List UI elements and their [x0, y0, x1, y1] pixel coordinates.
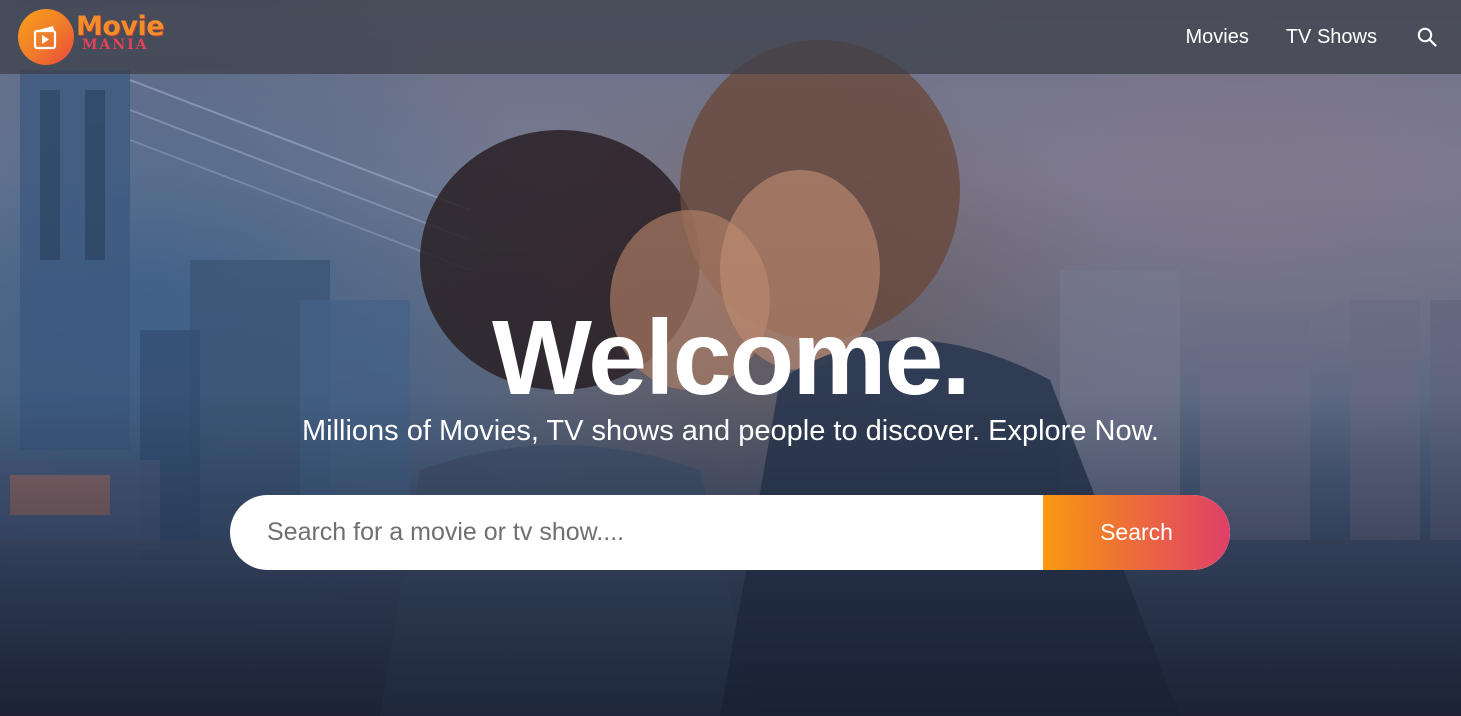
hero-search-form: Search: [230, 495, 1230, 570]
hero-title: Welcome.: [492, 299, 971, 417]
top-navbar: Movie MANIA Movies TV Shows: [0, 0, 1461, 74]
clapperboard-play-icon: [18, 9, 74, 65]
main-nav: Movies TV Shows: [1148, 25, 1439, 49]
site-logo[interactable]: Movie MANIA: [18, 7, 198, 67]
search-input[interactable]: [230, 495, 1043, 570]
nav-link-movies[interactable]: Movies: [1185, 26, 1248, 49]
logo-wordmark: Movie MANIA: [76, 11, 165, 52]
search-icon[interactable]: [1415, 25, 1439, 49]
hero-subtitle: Millions of Movies, TV shows and people …: [302, 415, 1159, 447]
nav-link-tv-shows[interactable]: TV Shows: [1286, 26, 1377, 49]
page: Movie MANIA Movies TV Shows Welcome. Mil…: [0, 0, 1461, 716]
hero-section: Welcome. Millions of Movies, TV shows an…: [0, 0, 1461, 716]
logo-word-movie: Movie: [76, 11, 165, 42]
search-button[interactable]: Search: [1043, 495, 1230, 570]
